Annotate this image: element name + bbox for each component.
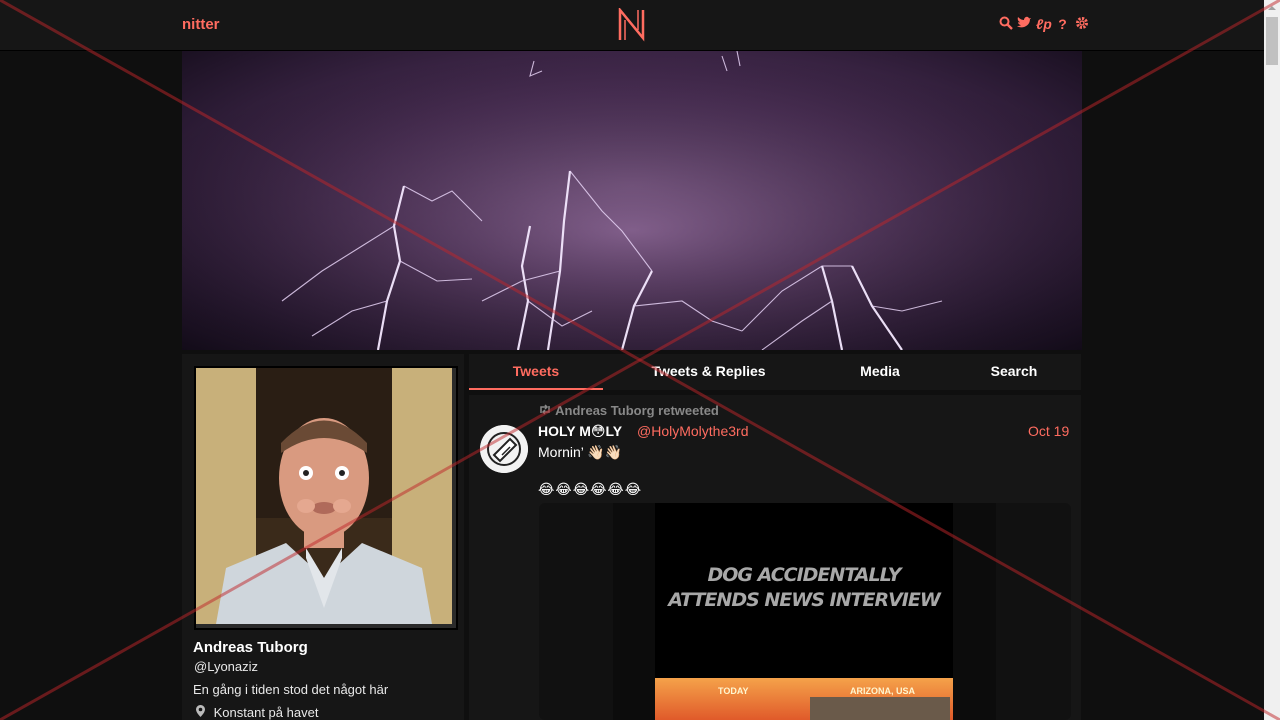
tweet-text: Mornin’ 👋🏻👋🏻 xyxy=(538,444,623,460)
video-caption: DOG ACCIDENTALLY ATTENDS NEWS INTERVIEW xyxy=(655,563,953,613)
author-avatar-image xyxy=(480,425,528,473)
news-label-right: ARIZONA, USA xyxy=(850,686,915,696)
tab-media[interactable]: Media xyxy=(839,363,921,379)
news-photo xyxy=(810,697,950,720)
timeline-tabs: Tweets Tweets & Replies Media Search xyxy=(469,354,1081,390)
twitter-icon[interactable] xyxy=(1017,16,1032,32)
profile-photo-image xyxy=(196,368,452,624)
profile-bio: En gång i tiden stod det något här xyxy=(193,682,389,697)
scrollbar-thumb[interactable] xyxy=(1266,17,1278,65)
location-pin-icon xyxy=(196,705,209,720)
nitter-logo-icon[interactable] xyxy=(617,8,647,42)
scroll-up-arrow-icon[interactable] xyxy=(1264,0,1280,16)
help-icon[interactable]: ? xyxy=(1055,16,1070,32)
profile-handle[interactable]: @Lyonaziz xyxy=(194,659,258,674)
tweet-text-emojis: 😂😂😂😂😂😂 xyxy=(538,481,643,497)
video-caption-line1: DOG ACCIDENTALLY xyxy=(707,564,901,586)
tweet-author-handle[interactable]: @HolyMolythe3rd xyxy=(637,423,748,439)
profile-banner[interactable] xyxy=(182,51,1082,350)
search-icon[interactable] xyxy=(998,16,1013,32)
rss-icon[interactable]: ℓp xyxy=(1036,16,1052,32)
tweet-author-name[interactable]: HOLY M😳LY xyxy=(538,423,622,440)
tab-search[interactable]: Search xyxy=(974,363,1054,379)
retweet-header: Andreas Tuborg retweeted xyxy=(538,403,719,418)
settings-icon[interactable] xyxy=(1074,16,1089,32)
active-tab-indicator xyxy=(469,388,603,390)
tweet-author-avatar[interactable] xyxy=(480,425,528,473)
brand-link[interactable]: nitter xyxy=(182,16,220,33)
profile-location: Konstant på havet xyxy=(196,705,318,720)
tab-tweets-replies[interactable]: Tweets & Replies xyxy=(636,363,781,379)
video-caption-line2: ATTENDS NEWS INTERVIEW xyxy=(668,589,941,611)
retweet-icon xyxy=(538,403,555,418)
nav-icon-group: ℓp ? xyxy=(998,16,1089,32)
video-pillarbox-left xyxy=(613,503,655,720)
tweet-date[interactable]: Oct 19 xyxy=(1028,423,1069,439)
page-scrollbar[interactable] xyxy=(1264,0,1280,720)
top-navbar: nitter ℓp ? xyxy=(0,0,1264,51)
location-text: Konstant på havet xyxy=(213,705,319,720)
lightning-banner-image xyxy=(182,51,1082,350)
news-label-left: TODAY xyxy=(718,686,749,696)
video-pillarbox-right xyxy=(953,503,996,720)
profile-name[interactable]: Andreas Tuborg xyxy=(193,639,308,656)
retweet-text[interactable]: Andreas Tuborg retweeted xyxy=(555,403,719,418)
tab-tweets[interactable]: Tweets xyxy=(469,363,603,379)
profile-avatar[interactable] xyxy=(194,366,458,630)
